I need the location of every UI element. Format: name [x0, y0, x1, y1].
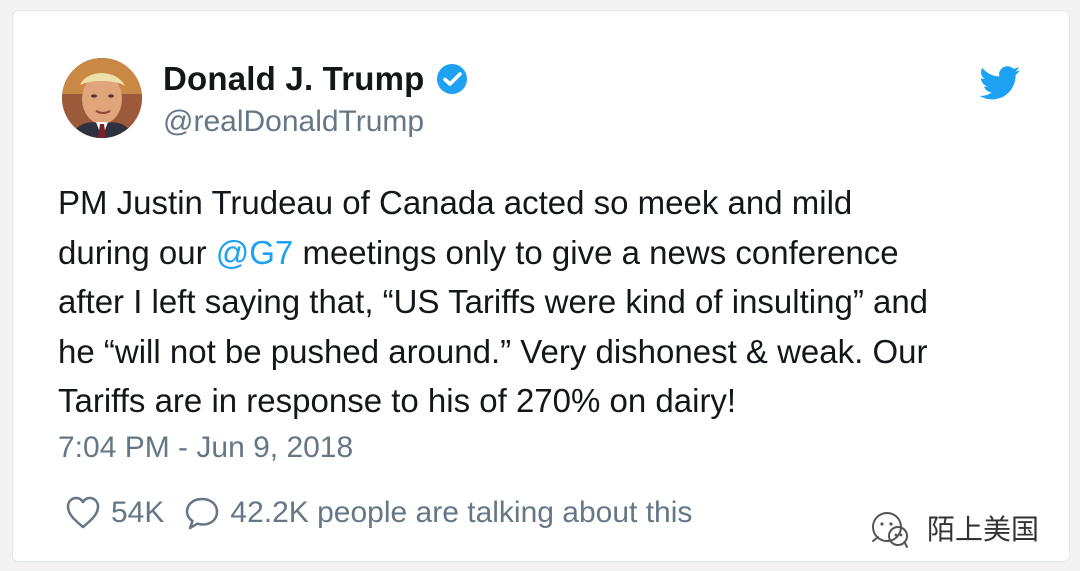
- verified-badge-icon: [435, 62, 469, 96]
- tweet-actions: 54K 42.2K people are talking about this: [63, 491, 710, 535]
- reply-button[interactable]: 42.2K people are talking about this: [182, 493, 692, 533]
- tweet-line-3: after I left saying that, “US Tariffs we…: [58, 283, 929, 321]
- avatar[interactable]: [62, 58, 142, 138]
- tweet-line-4: he “will not be pushed around.” Very dis…: [58, 332, 928, 370]
- watermark-text: 陌上美国: [926, 514, 1039, 545]
- user-handle[interactable]: @realDonaldTrump: [163, 105, 424, 139]
- tweet-line-5: Tariffs are in response to his of 270% o…: [58, 382, 737, 420]
- watermark: 陌上美国: [863, 508, 1039, 548]
- twitter-bird-icon[interactable]: [979, 66, 1021, 102]
- like-button[interactable]: 54K: [63, 493, 164, 533]
- tweet-line-1: PM Justin Trudeau of Canada acted so mee…: [58, 184, 853, 221]
- tweet-text: PM Justin Trudeau of Canada acted so mee…: [58, 178, 1038, 426]
- avatar-photo: [62, 58, 142, 138]
- tweet-text-segment: meetings only to give a news conference: [293, 233, 899, 271]
- tweet-card: Donald J. Trump @realDonaldTrump PM Just…: [12, 10, 1070, 562]
- display-name-row[interactable]: Donald J. Trump: [163, 59, 469, 99]
- like-count: 54K: [111, 496, 165, 529]
- mention-link-g7[interactable]: @G7: [216, 234, 294, 271]
- tweet-timestamp[interactable]: 7:04 PM - Jun 9, 2018: [58, 431, 353, 465]
- heart-icon: [63, 493, 103, 533]
- display-name[interactable]: Donald J. Trump: [163, 60, 425, 98]
- speech-bubble-icon: [182, 493, 222, 533]
- wechat-logo-icon: [871, 512, 908, 548]
- talking-about-count: 42.2K people are talking about this: [230, 496, 693, 529]
- tweet-text-segment: during our: [58, 233, 216, 271]
- tweet-line-2: during our @G7 meetings only to give a n…: [58, 228, 1038, 278]
